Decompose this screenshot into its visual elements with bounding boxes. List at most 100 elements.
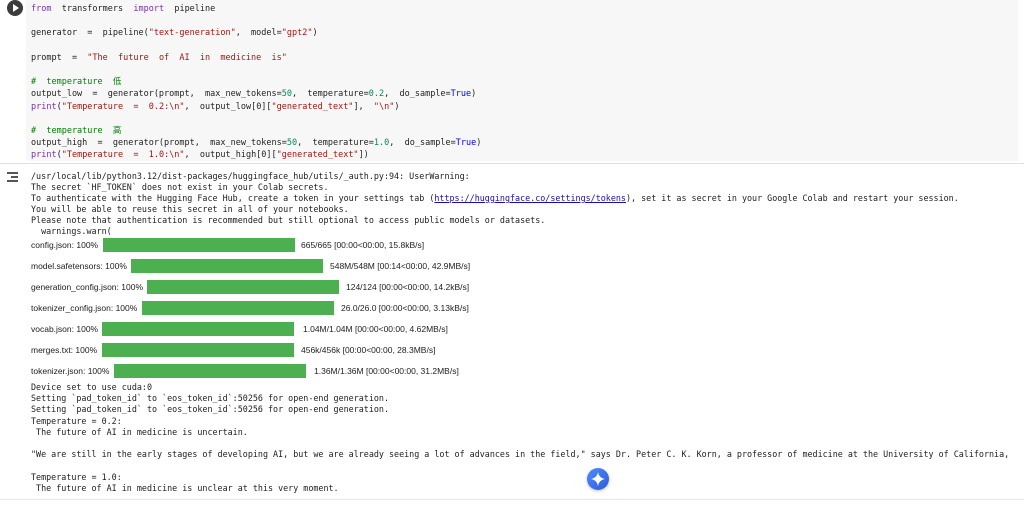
code-token: 1.0 [373, 138, 390, 149]
code-token: , temperature= [292, 89, 369, 100]
download-stats: 665/665 [00:00<00:00, 15.8kB/s] [301, 240, 425, 250]
output-line: Temperature = 0.2: [31, 415, 122, 426]
output-line: The future of AI in medicine is unclear … [31, 482, 339, 493]
code-token: output_low = generator(prompt, max_new_t… [31, 89, 282, 100]
code-token: "gpt2" [281, 28, 313, 39]
warning-line-2-before: To authenticate with the Hugging Face Hu… [31, 193, 435, 203]
download-file-label: merges.txt: 100% [31, 345, 98, 355]
code-token: # temperature 低 [31, 77, 122, 88]
code-token: pipeline [164, 4, 216, 14]
download-stats: 124/124 [00:00<00:00, 14.2kB/s] [346, 282, 470, 292]
code-token: , output_high[0][ [184, 150, 277, 161]
code-token: "Temperature = 0.2:\n" [61, 101, 185, 112]
code-token: ) [471, 89, 477, 100]
warning-line-4: Please note that authentication is recom… [31, 215, 546, 225]
progress-bar [147, 280, 339, 294]
code-token: "The future of AI in medicine is" [87, 52, 287, 63]
code-token: ]) [358, 150, 369, 161]
download-stats: 1.36M/1.36M [00:00<00:00, 31.2MB/s] [314, 366, 459, 376]
code-token: import [133, 4, 165, 14]
progress-bar [102, 322, 294, 336]
cell-bottom-border [0, 499, 1024, 500]
code-token: True [450, 89, 472, 100]
code-line: output_low = generator(prompt, max_new_t… [31, 88, 481, 100]
code-text[interactable]: from transformers import pipeline generat… [31, 3, 481, 161]
code-token: "\n" [373, 101, 395, 112]
code-token: ], [353, 101, 374, 112]
progress-bar-fill [131, 259, 323, 273]
gemini-button[interactable] [587, 468, 609, 490]
output-line: The future of AI in medicine is uncertai… [31, 426, 248, 437]
download-file-label: vocab.json: 100% [31, 324, 99, 334]
output-line: Temperature = 1.0: [31, 471, 122, 482]
cell-output: /usr/local/lib/python3.12/dist-packages/… [0, 163, 1024, 505]
code-token: # temperature 高 [31, 125, 122, 136]
output-line: Setting `pad_token_id` to `eos_token_id`… [31, 404, 389, 415]
output-line: Device set to use cuda:0 [31, 382, 153, 392]
code-token: True [455, 138, 477, 149]
code-token: print [31, 150, 57, 161]
code-token: 50 [281, 89, 293, 100]
code-line: prompt = "The future of AI in medicine i… [31, 52, 481, 64]
progress-bar-fill [114, 364, 306, 378]
warning-line-2-after: ), set it as secret in your Google Colab… [625, 193, 959, 203]
code-token: ) [394, 101, 400, 112]
code-token: "text-generation" [148, 28, 236, 39]
code-token: , do_sample= [384, 89, 451, 100]
warning-line-1: The secret `HF_TOKEN` does not exist in … [31, 182, 329, 192]
download-file-label: tokenizer.json: 100% [31, 366, 110, 376]
code-token: , model= [235, 28, 282, 39]
code-token: "generated_text" [276, 150, 359, 161]
code-token: prompt = [31, 52, 88, 63]
code-token: generator = pipeline( [31, 28, 149, 39]
progress-bar [102, 343, 294, 357]
code-token: "Temperature = 1.0:\n" [61, 150, 185, 161]
progress-bar-fill [102, 343, 294, 357]
code-line: output_high = generator(prompt, max_new_… [31, 137, 481, 149]
code-token: 0.2 [368, 89, 385, 100]
progress-bar-fill [142, 301, 334, 315]
run-cell-button[interactable] [7, 0, 23, 16]
output-line: Setting `pad_token_id` to `eos_token_id`… [31, 393, 389, 404]
gemini-sparkle-icon [591, 472, 605, 486]
progress-bar [131, 259, 323, 273]
code-line: from transformers import pipeline [31, 3, 481, 15]
output-actions-icon[interactable] [7, 170, 21, 182]
hf-tokens-link[interactable]: https://huggingface.co/settings/tokens [434, 193, 626, 203]
code-line: # temperature 高 [31, 125, 481, 137]
warning-line-2: To authenticate with the Hugging Face Hu… [31, 193, 959, 204]
output-divider [0, 163, 1024, 164]
download-file-label: config.json: 100% [31, 240, 99, 250]
code-token: , output_low[0][ [184, 101, 272, 112]
progress-bar-fill [102, 322, 294, 336]
progress-bar [103, 238, 295, 252]
code-line: print("Temperature = 1.0:\n", output_hig… [31, 149, 481, 161]
code-token: from [31, 4, 52, 14]
code-token: ) [312, 28, 318, 39]
warning-line-5: warnings.warn( [31, 226, 112, 236]
code-editor[interactable]: from transformers import pipeline generat… [26, 0, 1018, 161]
download-stats: 1.04M/1.04M [00:00<00:00, 4.62MB/s] [303, 324, 448, 334]
code-token: "generated_text" [271, 101, 354, 112]
code-line: # temperature 低 [31, 76, 481, 88]
output-line: "We are still in the early stages of dev… [31, 449, 1010, 460]
download-file-label: generation_config.json: 100% [31, 282, 143, 292]
code-token: ) [476, 138, 482, 149]
warning-line-3: You will be able to reuse this secret in… [31, 204, 349, 214]
progress-bar [142, 301, 334, 315]
download-file-label: model.safetensors: 100% [31, 261, 127, 271]
code-line: generator = pipeline("text-generation", … [31, 27, 481, 39]
download-stats: 548M/548M [00:14<00:00, 42.9MB/s] [330, 261, 471, 271]
code-token: print [31, 101, 57, 112]
download-stats: 26.0/26.0 [00:00<00:00, 3.13kB/s] [341, 303, 469, 313]
code-token: , do_sample= [389, 138, 456, 149]
code-cell[interactable]: from transformers import pipeline generat… [0, 0, 1024, 163]
code-line: print("Temperature = 0.2:\n", output_low… [31, 101, 481, 113]
code-token: transformers [51, 4, 134, 14]
code-token: output_high = generator(prompt, max_new_… [31, 138, 287, 149]
warning-path: /usr/local/lib/python3.12/dist-packages/… [31, 171, 470, 181]
progress-bar-fill [103, 238, 295, 252]
